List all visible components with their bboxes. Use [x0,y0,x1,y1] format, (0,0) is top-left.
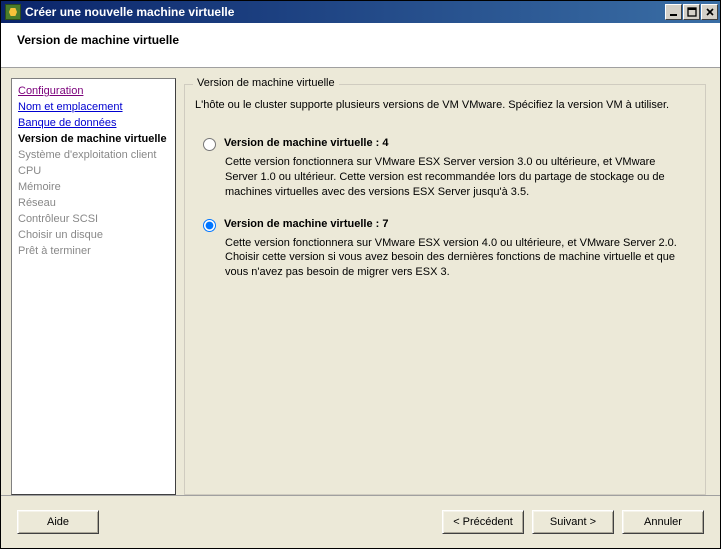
step-scsi: Contrôleur SCSI [18,211,175,227]
step-name-location[interactable]: Nom et emplacement [18,99,175,115]
wizard-steps: Configuration Nom et emplacement Banque … [11,78,176,495]
maximize-button[interactable] [683,4,700,20]
window-controls [665,4,718,20]
step-datastore[interactable]: Banque de données [18,115,175,131]
step-memory: Mémoire [18,179,175,195]
option-version-7[interactable]: Version de machine virtuelle : 7 [203,218,695,232]
titlebar: Créer une nouvelle machine virtuelle [1,1,720,23]
next-button[interactable]: Suivant > [532,510,614,534]
help-button[interactable]: Aide [17,510,99,534]
radio-version-4[interactable] [203,138,216,151]
main-panel: Version de machine virtuelle L'hôte ou l… [184,78,710,495]
radio-version-7[interactable] [203,219,216,232]
wizard-window: Créer une nouvelle machine virtuelle Ver… [0,0,721,549]
wizard-footer: Aide < Précédent Suivant > Annuler [1,495,720,548]
intro-text: L'hôte ou le cluster supporte plusieurs … [195,99,695,111]
close-icon [705,7,715,17]
desc-version-7: Cette version fonctionnera sur VMware ES… [225,236,685,281]
minimize-icon [669,7,679,17]
step-disk: Choisir un disque [18,227,175,243]
wizard-body: Configuration Nom et emplacement Banque … [1,68,720,495]
label-version-7: Version de machine virtuelle : 7 [224,218,388,230]
close-button[interactable] [701,4,718,20]
page-title: Version de machine virtuelle [17,33,704,47]
back-button[interactable]: < Précédent [442,510,524,534]
app-icon [5,4,21,20]
step-cpu: CPU [18,163,175,179]
vm-version-group: Version de machine virtuelle L'hôte ou l… [184,84,706,495]
label-version-4: Version de machine virtuelle : 4 [224,137,388,149]
minimize-button[interactable] [665,4,682,20]
step-vm-version: Version de machine virtuelle [18,131,175,147]
step-guest-os: Système d'exploitation client [18,147,175,163]
step-network: Réseau [18,195,175,211]
option-version-4[interactable]: Version de machine virtuelle : 4 [203,137,695,151]
maximize-icon [687,7,697,17]
group-legend: Version de machine virtuelle [193,77,339,89]
desc-version-4: Cette version fonctionnera sur VMware ES… [225,155,685,200]
wizard-header: Version de machine virtuelle [1,23,720,68]
step-configuration[interactable]: Configuration [18,83,175,99]
window-title: Créer une nouvelle machine virtuelle [25,5,665,19]
step-ready: Prêt à terminer [18,243,175,259]
cancel-button[interactable]: Annuler [622,510,704,534]
